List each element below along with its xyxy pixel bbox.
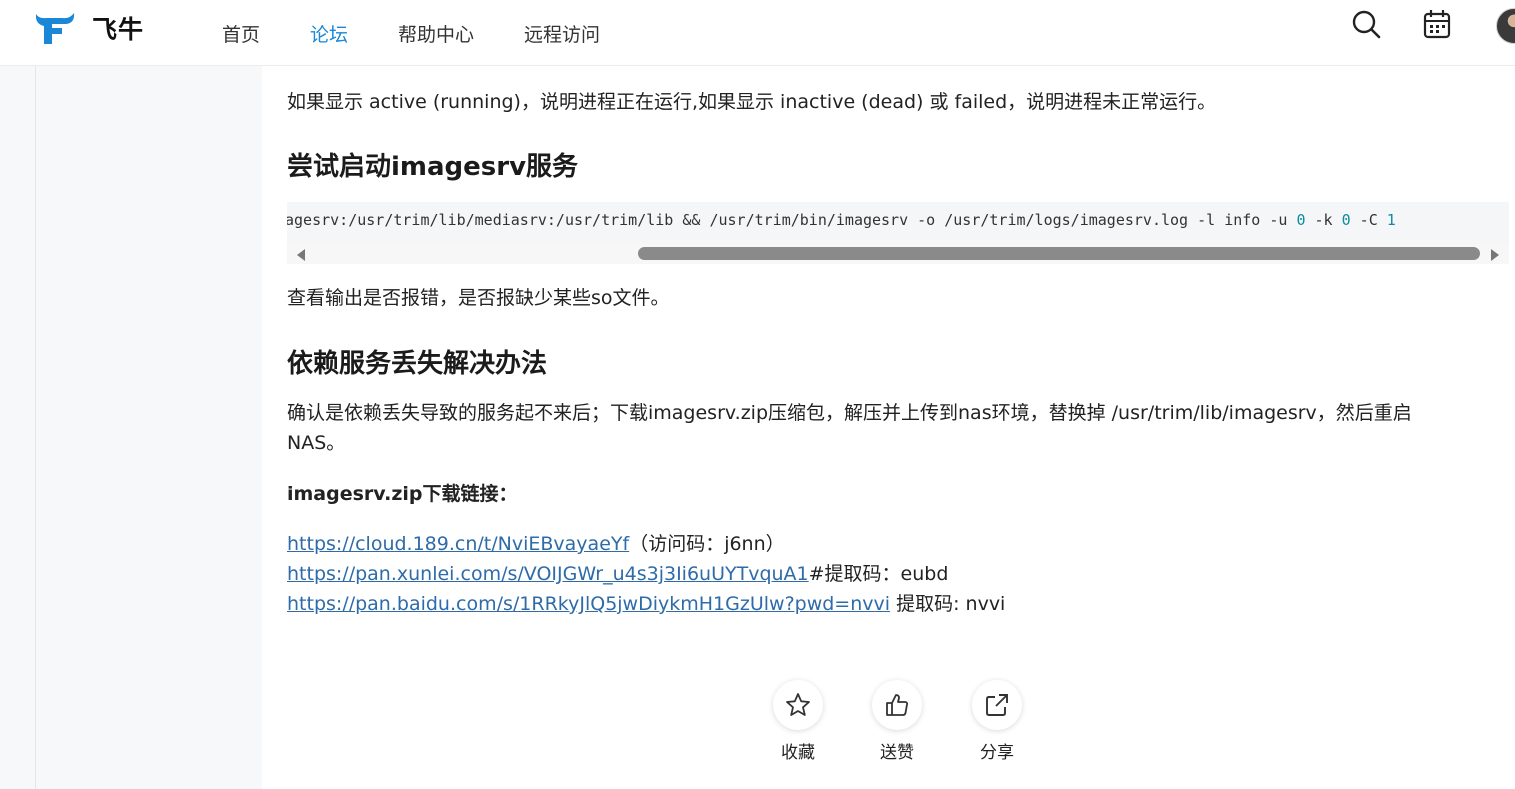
article-body: 如果显示 active (running)，说明进程正在运行,如果显示 inac… [287, 66, 1512, 789]
favorite-button[interactable]: 收藏 [768, 680, 828, 763]
code-horizontal-scrollbar[interactable] [287, 244, 1509, 264]
list-item: https://pan.xunlei.com/s/VOIJGWr_u4s3j3I… [287, 559, 1005, 589]
fix-instructions-line2: NAS。 [287, 432, 346, 454]
logo-text: 飞牛 [92, 15, 145, 44]
check-output-text: 查看输出是否报错，是否报缺少某些so文件。 [287, 287, 670, 309]
download-links: https://cloud.189.cn/t/NviEBvayaeYf（访问码：… [287, 529, 1005, 619]
like-label: 送赞 [880, 743, 914, 763]
favorite-label: 收藏 [781, 743, 815, 763]
download-label: imagesrv.zip下载链接： [287, 483, 518, 505]
heading-start-imagesrv: 尝试启动imagesrv服务 [287, 152, 579, 182]
share-button[interactable]: 分享 [967, 680, 1027, 763]
list-item: https://pan.baidu.com/s/1RRkyJlQ5jwDiykm… [287, 589, 1005, 619]
star-icon [773, 680, 823, 730]
scrollbar-thumb[interactable] [638, 247, 1480, 260]
search-icon[interactable] [1350, 8, 1382, 40]
heading-missing-deps: 依赖服务丢失解决办法 [287, 349, 548, 379]
link-baidu[interactable]: https://pan.baidu.com/s/1RRkyJlQ5jwDiykm… [287, 593, 890, 615]
scroll-left-arrow-icon[interactable] [297, 249, 305, 261]
code-block[interactable]: agesrv:/usr/trim/lib/mediasrv:/usr/trim/… [287, 202, 1509, 244]
list-item: https://cloud.189.cn/t/NviEBvayaeYf（访问码：… [287, 529, 1005, 559]
nav-home[interactable]: 首页 [222, 20, 260, 47]
like-button[interactable]: 送赞 [867, 680, 927, 763]
calendar-icon[interactable] [1421, 8, 1453, 40]
main-nav: 首页 论坛 帮助中心 远程访问 [222, 0, 650, 66]
access-code-note: （访问码：j6nn） [629, 533, 785, 555]
user-avatar[interactable] [1496, 8, 1515, 44]
extract-code-note: 提取码: nvvi [890, 593, 1006, 615]
code-command: agesrv:/usr/trim/lib/mediasrv:/usr/trim/… [287, 211, 1396, 229]
status-explanation: 如果显示 active (running)，说明进程正在运行,如果显示 inac… [287, 91, 1217, 113]
left-sidebar [0, 66, 262, 789]
bull-logo-icon [35, 13, 75, 44]
logo[interactable]: 飞牛 [32, 8, 144, 48]
link-xunlei[interactable]: https://pan.xunlei.com/s/VOIJGWr_u4s3j3I… [287, 563, 809, 585]
scroll-right-arrow-icon[interactable] [1491, 249, 1499, 261]
nav-help-center[interactable]: 帮助中心 [398, 20, 474, 47]
share-label: 分享 [980, 743, 1014, 763]
fix-instructions-line1: 确认是依赖丢失导致的服务起不来后；下载imagesrv.zip压缩包，解压并上传… [287, 402, 1412, 424]
link-cloud189[interactable]: https://cloud.189.cn/t/NviEBvayaeYf [287, 533, 629, 555]
nav-remote-access[interactable]: 远程访问 [524, 20, 600, 47]
sidebar-divider [35, 66, 36, 789]
top-header: 飞牛 首页 论坛 帮助中心 远程访问 [0, 0, 1515, 66]
nav-forum[interactable]: 论坛 [310, 20, 348, 47]
thumbs-up-icon [872, 680, 922, 730]
share-external-icon [972, 680, 1022, 730]
extract-code-note: #提取码：eubd [808, 563, 949, 585]
